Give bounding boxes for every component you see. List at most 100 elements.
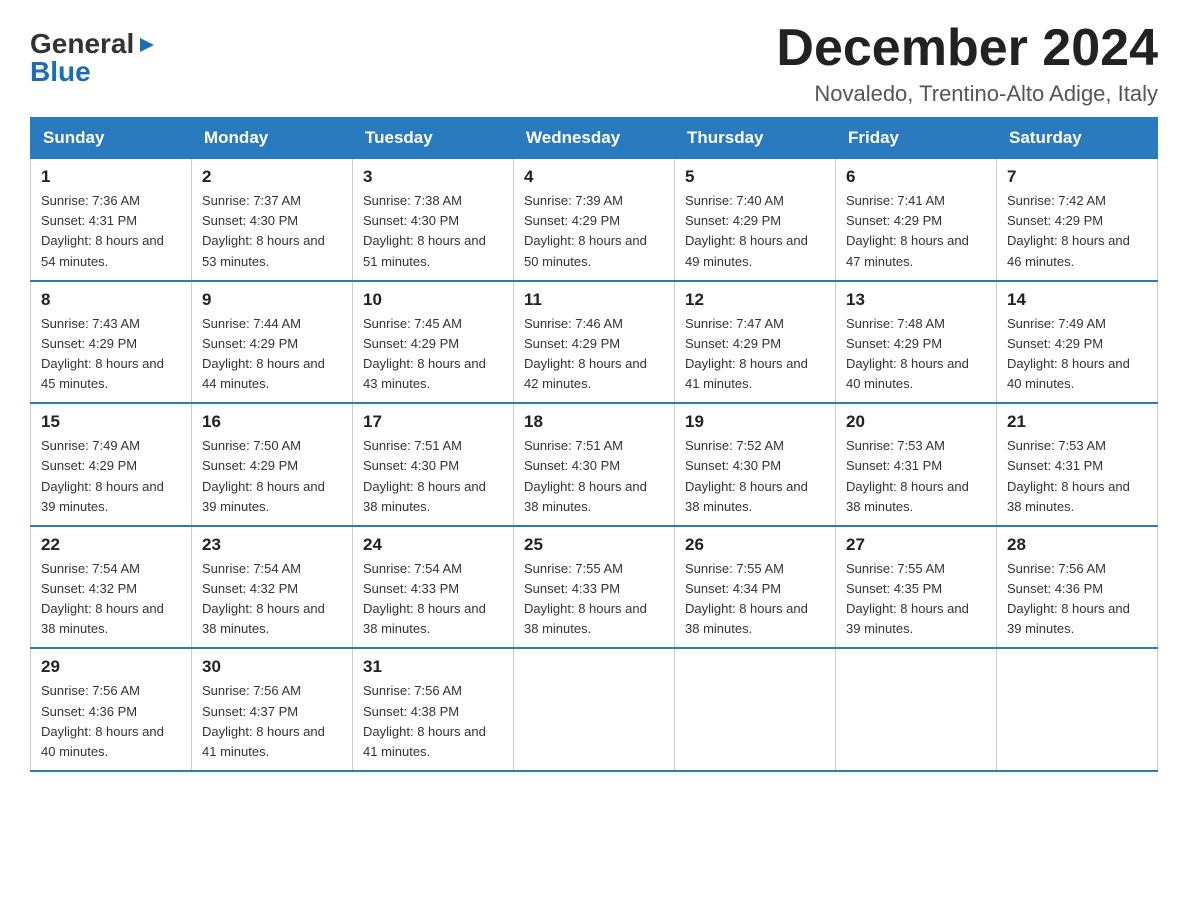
day-number: 18 <box>524 412 664 432</box>
calendar-cell: 29 Sunrise: 7:56 AMSunset: 4:36 PMDayligh… <box>31 648 192 771</box>
day-number: 8 <box>41 290 181 310</box>
logo: General Blue <box>30 30 158 86</box>
day-info: Sunrise: 7:48 AMSunset: 4:29 PMDaylight:… <box>846 314 986 395</box>
calendar-cell: 20 Sunrise: 7:53 AMSunset: 4:31 PMDayligh… <box>836 403 997 526</box>
calendar-cell: 4 Sunrise: 7:39 AMSunset: 4:29 PMDaylight… <box>514 159 675 281</box>
calendar-cell: 12Sunrise: 7:47 AMSunset: 4:29 PMDayligh… <box>675 281 836 404</box>
calendar-cell: 22 Sunrise: 7:54 AMSunset: 4:32 PMDayligh… <box>31 526 192 649</box>
calendar-cell: 25Sunrise: 7:55 AMSunset: 4:33 PMDayligh… <box>514 526 675 649</box>
day-number: 26 <box>685 535 825 555</box>
logo-blue-text: Blue <box>30 58 91 86</box>
location-subtitle: Novaledo, Trentino-Alto Adige, Italy <box>776 81 1158 107</box>
day-info: Sunrise: 7:49 AMSunset: 4:29 PMDaylight:… <box>41 436 181 517</box>
day-number: 10 <box>363 290 503 310</box>
day-number: 11 <box>524 290 664 310</box>
calendar-week-5: 29 Sunrise: 7:56 AMSunset: 4:36 PMDayligh… <box>31 648 1158 771</box>
day-number: 23 <box>202 535 342 555</box>
day-info: Sunrise: 7:39 AMSunset: 4:29 PMDaylight:… <box>524 191 664 272</box>
day-number: 28 <box>1007 535 1147 555</box>
calendar-week-3: 15 Sunrise: 7:49 AMSunset: 4:29 PMDayligh… <box>31 403 1158 526</box>
day-info: Sunrise: 7:56 AMSunset: 4:36 PMDaylight:… <box>1007 559 1147 640</box>
day-number: 7 <box>1007 167 1147 187</box>
calendar-cell: 6Sunrise: 7:41 AMSunset: 4:29 PMDaylight… <box>836 159 997 281</box>
day-info: Sunrise: 7:53 AMSunset: 4:31 PMDaylight:… <box>846 436 986 517</box>
day-info: Sunrise: 7:36 AMSunset: 4:31 PMDaylight:… <box>41 191 181 272</box>
day-info: Sunrise: 7:41 AMSunset: 4:29 PMDaylight:… <box>846 191 986 272</box>
calendar-cell: 14 Sunrise: 7:49 AMSunset: 4:29 PMDayligh… <box>997 281 1158 404</box>
calendar-cell: 31 Sunrise: 7:56 AMSunset: 4:38 PMDayligh… <box>353 648 514 771</box>
calendar-cell: 19Sunrise: 7:52 AMSunset: 4:30 PMDayligh… <box>675 403 836 526</box>
day-number: 9 <box>202 290 342 310</box>
day-number: 19 <box>685 412 825 432</box>
day-info: Sunrise: 7:54 AMSunset: 4:32 PMDaylight:… <box>202 559 342 640</box>
calendar-cell: 10 Sunrise: 7:45 AMSunset: 4:29 PMDayligh… <box>353 281 514 404</box>
day-info: Sunrise: 7:56 AMSunset: 4:37 PMDaylight:… <box>202 681 342 762</box>
calendar-cell: 11 Sunrise: 7:46 AMSunset: 4:29 PMDayligh… <box>514 281 675 404</box>
calendar-week-4: 22 Sunrise: 7:54 AMSunset: 4:32 PMDayligh… <box>31 526 1158 649</box>
day-number: 1 <box>41 167 181 187</box>
title-section: December 2024 Novaledo, Trentino-Alto Ad… <box>776 20 1158 107</box>
calendar-cell: 28 Sunrise: 7:56 AMSunset: 4:36 PMDayligh… <box>997 526 1158 649</box>
calendar-cell: 18Sunrise: 7:51 AMSunset: 4:30 PMDayligh… <box>514 403 675 526</box>
day-number: 29 <box>41 657 181 677</box>
header-cell-saturday: Saturday <box>997 118 1158 159</box>
day-number: 31 <box>363 657 503 677</box>
day-info: Sunrise: 7:44 AMSunset: 4:29 PMDaylight:… <box>202 314 342 395</box>
calendar-cell <box>675 648 836 771</box>
header-cell-thursday: Thursday <box>675 118 836 159</box>
day-info: Sunrise: 7:40 AMSunset: 4:29 PMDaylight:… <box>685 191 825 272</box>
calendar-week-2: 8Sunrise: 7:43 AMSunset: 4:29 PMDaylight… <box>31 281 1158 404</box>
day-info: Sunrise: 7:54 AMSunset: 4:32 PMDaylight:… <box>41 559 181 640</box>
header-cell-friday: Friday <box>836 118 997 159</box>
calendar-cell: 26 Sunrise: 7:55 AMSunset: 4:34 PMDayligh… <box>675 526 836 649</box>
calendar-cell: 2Sunrise: 7:37 AMSunset: 4:30 PMDaylight… <box>192 159 353 281</box>
day-number: 3 <box>363 167 503 187</box>
calendar-cell: 21Sunrise: 7:53 AMSunset: 4:31 PMDayligh… <box>997 403 1158 526</box>
day-info: Sunrise: 7:49 AMSunset: 4:29 PMDaylight:… <box>1007 314 1147 395</box>
header-cell-tuesday: Tuesday <box>353 118 514 159</box>
calendar-cell: 27 Sunrise: 7:55 AMSunset: 4:35 PMDayligh… <box>836 526 997 649</box>
day-info: Sunrise: 7:53 AMSunset: 4:31 PMDaylight:… <box>1007 436 1147 517</box>
day-number: 16 <box>202 412 342 432</box>
day-info: Sunrise: 7:51 AMSunset: 4:30 PMDaylight:… <box>363 436 503 517</box>
day-number: 27 <box>846 535 986 555</box>
day-number: 15 <box>41 412 181 432</box>
calendar-cell: 30 Sunrise: 7:56 AMSunset: 4:37 PMDayligh… <box>192 648 353 771</box>
day-info: Sunrise: 7:54 AMSunset: 4:33 PMDaylight:… <box>363 559 503 640</box>
calendar-body: 1 Sunrise: 7:36 AMSunset: 4:31 PMDaylight… <box>31 159 1158 771</box>
day-number: 20 <box>846 412 986 432</box>
header-row: SundayMondayTuesdayWednesdayThursdayFrid… <box>31 118 1158 159</box>
calendar-cell: 24 Sunrise: 7:54 AMSunset: 4:33 PMDayligh… <box>353 526 514 649</box>
day-number: 14 <box>1007 290 1147 310</box>
calendar-table: SundayMondayTuesdayWednesdayThursdayFrid… <box>30 117 1158 772</box>
day-number: 24 <box>363 535 503 555</box>
day-info: Sunrise: 7:42 AMSunset: 4:29 PMDaylight:… <box>1007 191 1147 272</box>
day-info: Sunrise: 7:45 AMSunset: 4:29 PMDaylight:… <box>363 314 503 395</box>
day-number: 30 <box>202 657 342 677</box>
day-number: 25 <box>524 535 664 555</box>
day-number: 5 <box>685 167 825 187</box>
day-info: Sunrise: 7:56 AMSunset: 4:36 PMDaylight:… <box>41 681 181 762</box>
day-info: Sunrise: 7:55 AMSunset: 4:34 PMDaylight:… <box>685 559 825 640</box>
day-info: Sunrise: 7:46 AMSunset: 4:29 PMDaylight:… <box>524 314 664 395</box>
month-title: December 2024 <box>776 20 1158 77</box>
logo-general-text: General <box>30 30 134 58</box>
calendar-cell: 7 Sunrise: 7:42 AMSunset: 4:29 PMDaylight… <box>997 159 1158 281</box>
header-cell-sunday: Sunday <box>31 118 192 159</box>
day-number: 12 <box>685 290 825 310</box>
day-info: Sunrise: 7:50 AMSunset: 4:29 PMDaylight:… <box>202 436 342 517</box>
calendar-header: SundayMondayTuesdayWednesdayThursdayFrid… <box>31 118 1158 159</box>
calendar-cell: 5 Sunrise: 7:40 AMSunset: 4:29 PMDaylight… <box>675 159 836 281</box>
day-number: 13 <box>846 290 986 310</box>
logo-triangle-icon <box>136 34 158 56</box>
day-number: 4 <box>524 167 664 187</box>
calendar-cell: 13 Sunrise: 7:48 AMSunset: 4:29 PMDayligh… <box>836 281 997 404</box>
day-info: Sunrise: 7:37 AMSunset: 4:30 PMDaylight:… <box>202 191 342 272</box>
calendar-cell <box>997 648 1158 771</box>
calendar-cell <box>514 648 675 771</box>
calendar-cell: 23 Sunrise: 7:54 AMSunset: 4:32 PMDayligh… <box>192 526 353 649</box>
day-number: 22 <box>41 535 181 555</box>
calendar-cell: 15 Sunrise: 7:49 AMSunset: 4:29 PMDayligh… <box>31 403 192 526</box>
day-info: Sunrise: 7:56 AMSunset: 4:38 PMDaylight:… <box>363 681 503 762</box>
day-info: Sunrise: 7:55 AMSunset: 4:35 PMDaylight:… <box>846 559 986 640</box>
